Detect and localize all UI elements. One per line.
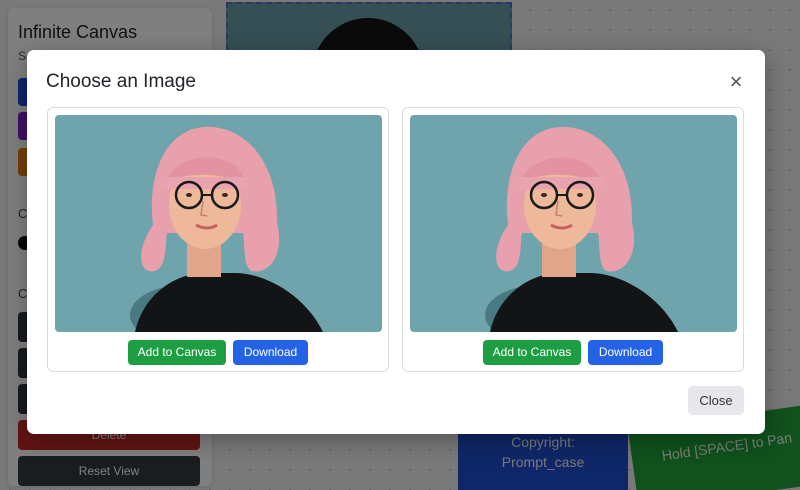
portrait-image (55, 115, 382, 332)
modal-title: Choose an Image (46, 71, 196, 92)
close-button[interactable]: Close (688, 386, 744, 415)
close-icon[interactable]: × (724, 70, 748, 94)
download-button[interactable]: Download (233, 340, 308, 365)
download-button[interactable]: Download (588, 340, 663, 365)
choose-image-modal: Choose an Image × Add to Canvas Download (27, 50, 765, 434)
portrait-image (410, 115, 737, 332)
image-card: Add to Canvas Download (402, 107, 744, 372)
add-to-canvas-button[interactable]: Add to Canvas (128, 340, 226, 365)
image-card: Add to Canvas Download (47, 107, 389, 372)
add-to-canvas-button[interactable]: Add to Canvas (483, 340, 581, 365)
